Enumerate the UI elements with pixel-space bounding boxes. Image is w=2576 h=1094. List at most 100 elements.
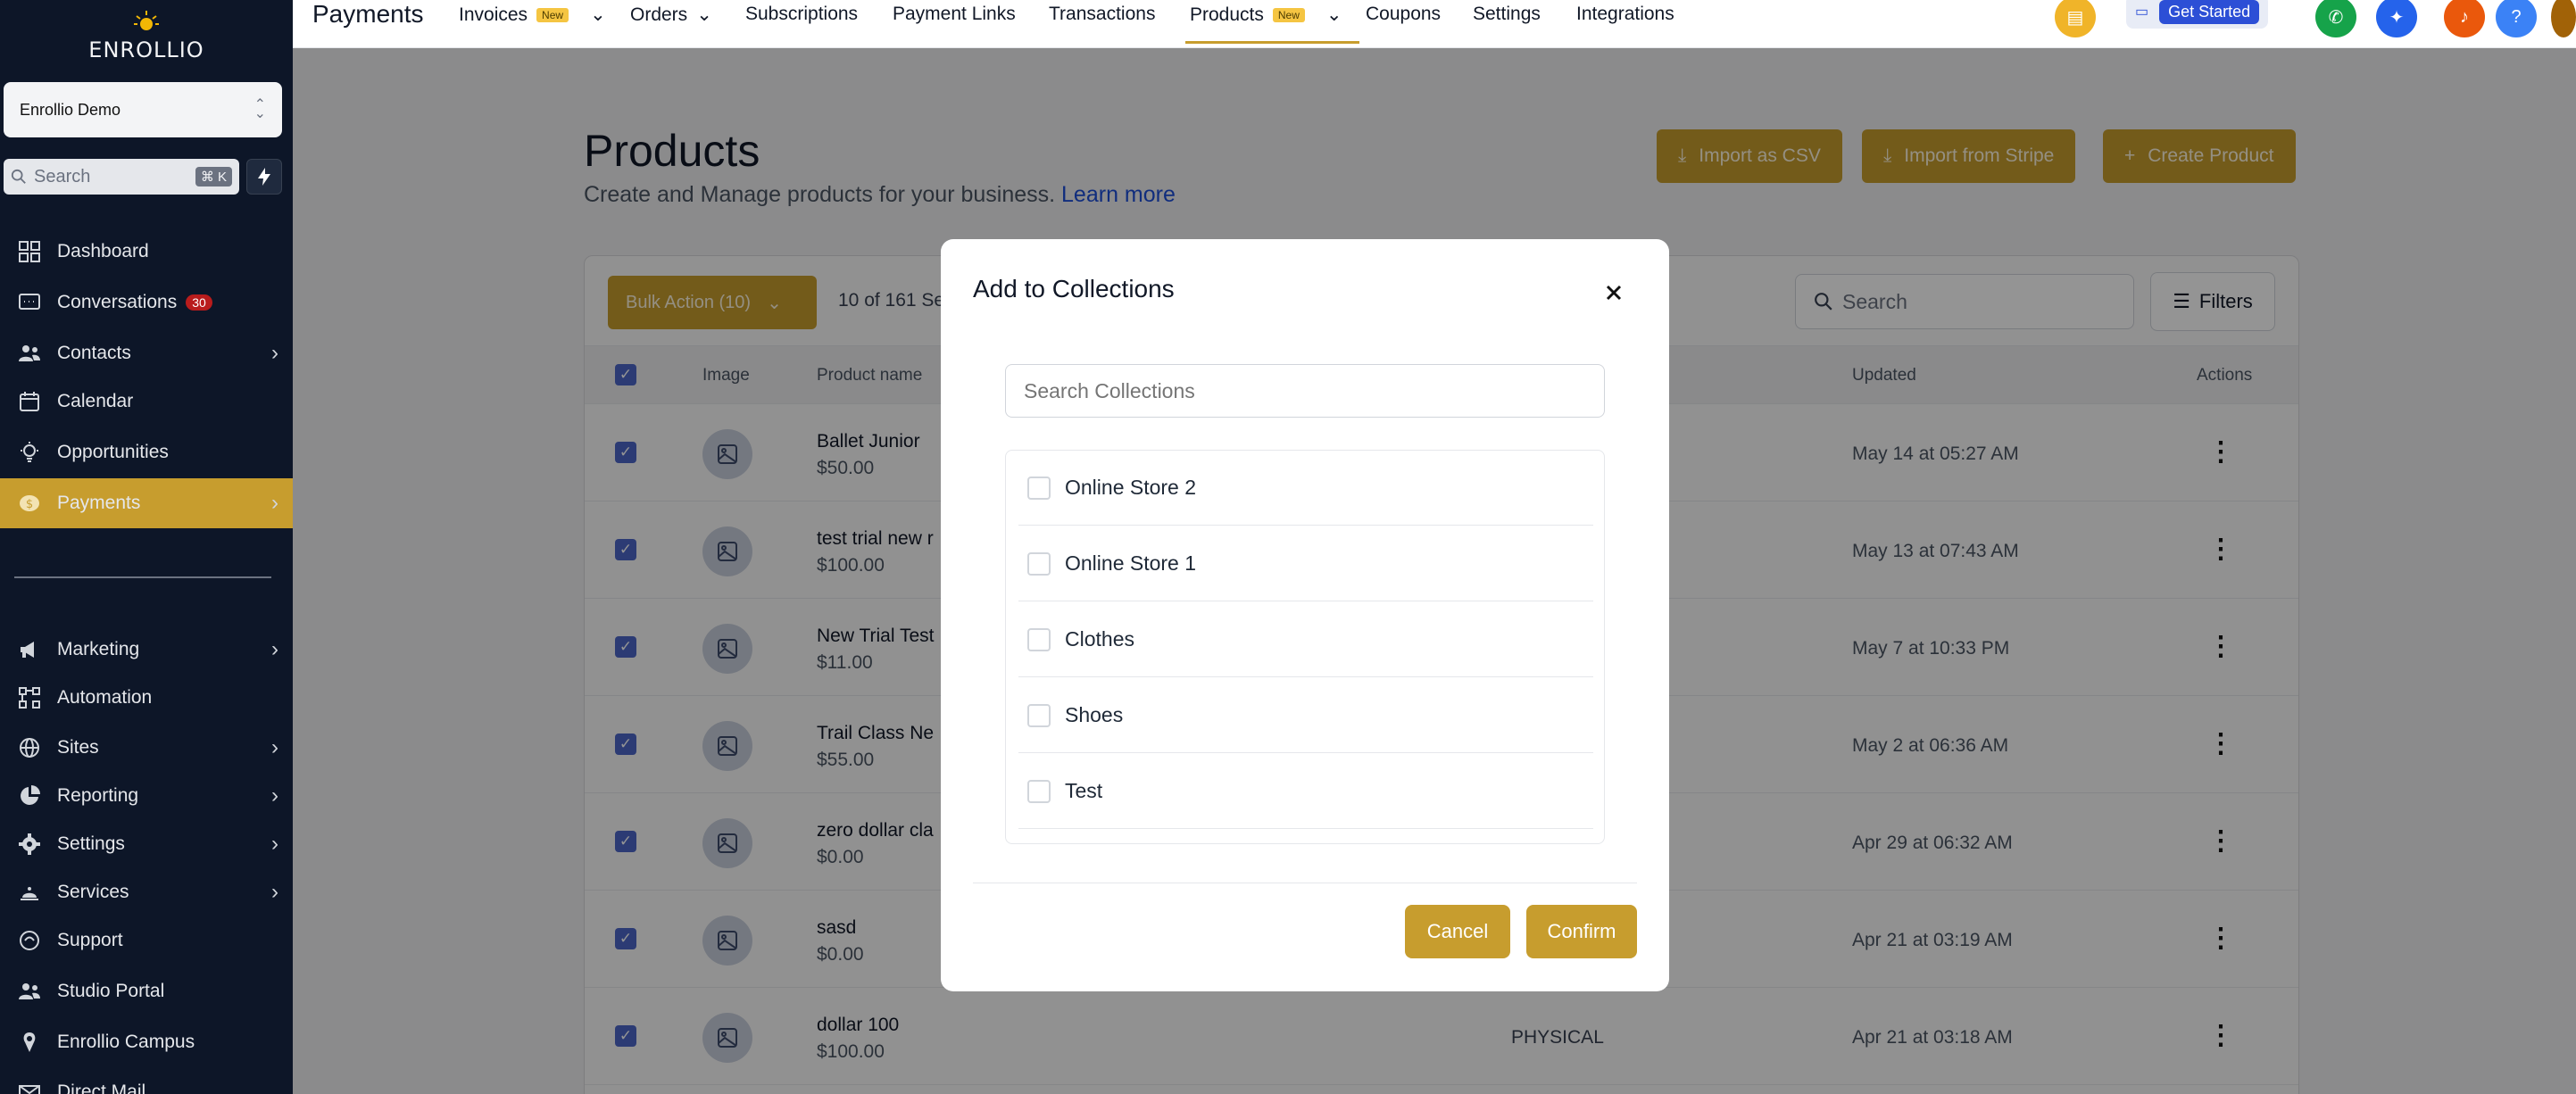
sidebar-item-contacts[interactable]: Contacts › xyxy=(0,328,293,378)
bell-icon[interactable]: ♪ xyxy=(2444,0,2485,37)
gear-icon xyxy=(16,831,43,858)
tab-label: Transactions xyxy=(1049,4,1156,24)
campus-icon xyxy=(16,1029,43,1056)
automation-icon xyxy=(16,684,43,711)
chevron-down-icon: ⌄ xyxy=(696,4,712,25)
sidebar-item-services[interactable]: Services › xyxy=(0,867,293,917)
sidebar-item-calendar[interactable]: Calendar xyxy=(0,377,293,427)
sidebar-item-label: Contacts xyxy=(57,343,131,363)
sidebar-item-direct-mail[interactable]: Direct Mail xyxy=(0,1067,293,1094)
sidebar-item-label: Calendar xyxy=(57,391,134,411)
sidebar-item-settings[interactable]: Settings › xyxy=(0,819,293,869)
section-title: Payments xyxy=(312,0,424,28)
sidebar-item-label: Direct Mail xyxy=(57,1082,146,1094)
collection-option[interactable]: Test xyxy=(1018,754,1593,829)
search-collections-input[interactable] xyxy=(1005,364,1605,418)
sidebar-item-label: Dashboard xyxy=(57,241,149,261)
sidebar-item-support[interactable]: Support xyxy=(0,916,293,966)
account-name: Enrollio Demo xyxy=(20,100,121,119)
sidebar-item-label: Sites xyxy=(57,737,99,758)
tab-label: Integrations xyxy=(1576,4,1674,24)
sidebar-item-label: Services xyxy=(57,882,129,902)
help-icon[interactable]: ? xyxy=(2496,0,2537,37)
notes-icon[interactable]: ▤ xyxy=(2055,0,2096,37)
collection-label: Test xyxy=(1065,779,1103,802)
cancel-button[interactable]: Cancel xyxy=(1405,905,1510,958)
svg-text:$: $ xyxy=(26,498,33,511)
collection-option[interactable]: Online Store 1 xyxy=(1018,526,1593,601)
collections-list: Online Store 2 Online Store 1 Clothes Sh… xyxy=(1005,450,1605,844)
collection-checkbox[interactable] xyxy=(1027,779,1051,803)
phone-icon[interactable]: ✆ xyxy=(2315,0,2356,37)
chevron-right-icon: › xyxy=(271,880,278,904)
avatar[interactable] xyxy=(2551,0,2576,37)
add-to-collections-dialog: Add to Collections Online Store 2 Online… xyxy=(941,239,1669,991)
sidebar-item-reporting[interactable]: Reporting › xyxy=(0,771,293,821)
collection-checkbox[interactable] xyxy=(1027,703,1051,727)
tab-payment-links[interactable]: Payment Links xyxy=(893,4,1016,25)
tab-integrations[interactable]: Integrations xyxy=(1576,4,1674,25)
account-switcher[interactable]: Enrollio Demo ⌃ ⌄ xyxy=(4,82,282,137)
chevron-updown-icon: ⌃ ⌄ xyxy=(253,97,266,121)
tab-transactions[interactable]: Transactions xyxy=(1049,4,1155,25)
tab-label: Subscriptions xyxy=(745,4,859,24)
collection-label: Shoes xyxy=(1065,703,1124,726)
get-started-widget[interactable]: ▭ Get Started xyxy=(2126,0,2269,29)
sidebar-item-label: Reporting xyxy=(57,785,139,806)
sidebar-item-payments[interactable]: $ Payments › xyxy=(0,478,293,528)
services-icon xyxy=(16,879,43,906)
tab-label: Products xyxy=(1190,4,1264,25)
collection-checkbox[interactable] xyxy=(1027,476,1051,500)
tab-products[interactable]: Products New ⌄ xyxy=(1190,4,1342,26)
sidebar: ENROLLIO Enrollio Demo ⌃ ⌄ Search ⌘ K Das… xyxy=(0,0,293,1094)
collection-option[interactable]: Clothes xyxy=(1018,602,1593,677)
megaphone-icon xyxy=(16,636,43,663)
confirm-button[interactable]: Confirm xyxy=(1526,905,1637,958)
get-started-button[interactable]: Get Started xyxy=(2159,0,2260,24)
sidebar-item-conversations[interactable]: Conversations 30 xyxy=(0,278,293,327)
sidebar-item-dashboard[interactable]: Dashboard xyxy=(0,227,293,277)
tab-label: Settings xyxy=(1473,4,1541,24)
sidebar-item-automation[interactable]: Automation xyxy=(0,673,293,723)
sidebar-item-marketing[interactable]: Marketing › xyxy=(0,625,293,675)
chat-icon xyxy=(16,289,43,316)
unread-badge: 30 xyxy=(186,294,212,311)
chevron-down-icon: ⌄ xyxy=(1325,4,1342,25)
sidebar-item-label: Settings xyxy=(57,833,125,854)
brand-logo[interactable]: ENROLLIO xyxy=(0,5,293,62)
chevron-right-icon: › xyxy=(271,783,278,808)
users-icon xyxy=(16,978,43,1005)
collection-option[interactable]: Online Store 2 xyxy=(1018,451,1593,526)
collection-checkbox[interactable] xyxy=(1027,627,1051,651)
close-icon[interactable] xyxy=(1600,278,1628,307)
sidebar-search[interactable]: Search ⌘ K xyxy=(4,159,239,195)
sidebar-item-label: Opportunities xyxy=(57,442,169,462)
collection-checkbox[interactable] xyxy=(1027,551,1051,576)
tab-settings[interactable]: Settings xyxy=(1473,4,1541,25)
sidebar-item-label: Payments xyxy=(57,493,141,513)
sidebar-item-studio-portal[interactable]: Studio Portal xyxy=(0,966,293,1016)
contacts-icon xyxy=(16,340,43,367)
quick-action-button[interactable] xyxy=(246,159,282,195)
sidebar-item-label: Support xyxy=(57,930,123,950)
active-tab-indicator xyxy=(1185,41,1359,44)
sidebar-item-enrollio-campus[interactable]: Enrollio Campus xyxy=(0,1017,293,1067)
tab-coupons[interactable]: Coupons xyxy=(1366,4,1441,25)
dashboard-icon xyxy=(16,238,43,265)
collection-label: Online Store 2 xyxy=(1065,476,1197,499)
sidebar-item-sites[interactable]: Sites › xyxy=(0,723,293,773)
sparkle-icon[interactable]: ✦ xyxy=(2376,0,2417,37)
support-icon xyxy=(16,927,43,954)
tab-orders[interactable]: Orders ⌄ xyxy=(630,4,712,26)
tab-subscriptions[interactable]: Subscriptions xyxy=(745,4,858,25)
collection-option[interactable]: Shoes xyxy=(1018,678,1593,753)
sidebar-item-opportunities[interactable]: Opportunities xyxy=(0,427,293,477)
calendar-icon xyxy=(16,388,43,415)
tab-invoices[interactable]: Invoices New ⌄ xyxy=(459,4,606,26)
search-icon xyxy=(11,169,26,184)
tab-label: Orders xyxy=(630,4,688,25)
payments-icon: $ xyxy=(16,490,43,517)
mail-icon xyxy=(16,1079,43,1094)
bolt-icon xyxy=(258,168,270,186)
sidebar-item-label: Automation xyxy=(57,687,153,708)
